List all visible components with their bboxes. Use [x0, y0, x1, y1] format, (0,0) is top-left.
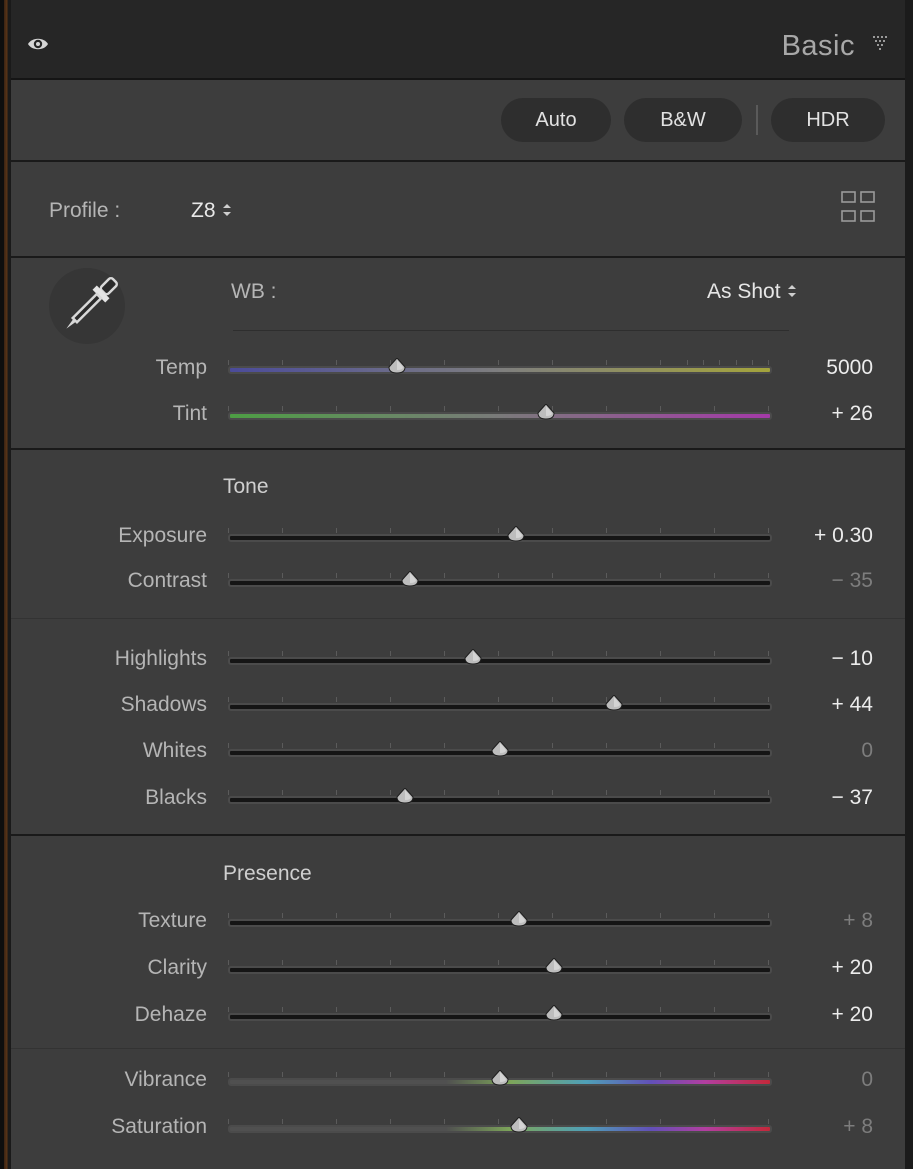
- saturation-slider-thumb[interactable]: [510, 1116, 528, 1133]
- profile-select[interactable]: Z8: [191, 199, 232, 223]
- wb-divider: [233, 330, 789, 331]
- contrast-slider[interactable]: [228, 579, 772, 587]
- texture-slider-thumb[interactable]: [510, 910, 528, 927]
- highlights-label: Highlights: [114, 647, 207, 670]
- vibrance-label: Vibrance: [124, 1068, 207, 1091]
- tint-slider-thumb[interactable]: [537, 403, 555, 420]
- profile-value: Z8: [191, 199, 216, 222]
- temp-slider[interactable]: [228, 366, 772, 374]
- hdr-button[interactable]: HDR: [771, 98, 885, 142]
- up-down-arrows-icon: [222, 199, 232, 223]
- tone-section: [11, 450, 905, 836]
- blacks-label: Blacks: [145, 786, 207, 809]
- wb-label: WB :: [231, 280, 277, 303]
- eyedropper-icon[interactable]: [47, 266, 131, 346]
- whites-label: Whites: [142, 739, 207, 762]
- auto-button[interactable]: Auto: [501, 98, 611, 142]
- exposure-slider[interactable]: [228, 534, 772, 542]
- panel-title: Basic: [781, 30, 855, 62]
- contrast-value[interactable]: − 35: [753, 569, 873, 593]
- vibrance-slider-thumb[interactable]: [491, 1069, 509, 1086]
- shadows-slider[interactable]: [228, 703, 772, 711]
- saturation-value[interactable]: + 8: [753, 1115, 873, 1139]
- right-edge: [905, 0, 913, 1169]
- presence-divider: [11, 1048, 905, 1049]
- bw-button[interactable]: B&W: [624, 98, 742, 142]
- exposure-slider-thumb[interactable]: [507, 525, 525, 542]
- whites-slider-thumb[interactable]: [491, 740, 509, 757]
- highlights-slider-thumb[interactable]: [464, 648, 482, 665]
- dehaze-slider-thumb[interactable]: [545, 1004, 563, 1021]
- basic-panel: Basic Auto B&W HDR Profile : Z8 WB: As …: [11, 0, 905, 1169]
- clarity-label: Clarity: [147, 956, 207, 979]
- profile-label: Profile :: [49, 199, 121, 222]
- highlights-value[interactable]: − 10: [753, 647, 873, 671]
- tint-value[interactable]: + 26: [753, 402, 873, 426]
- texture-slider[interactable]: [228, 919, 772, 927]
- tone-header: Tone: [223, 475, 269, 498]
- clarity-slider-thumb[interactable]: [545, 957, 563, 974]
- blacks-slider-thumb[interactable]: [396, 787, 414, 804]
- saturation-label: Saturation: [111, 1115, 207, 1138]
- profile-grid-icon[interactable]: [841, 190, 875, 229]
- whites-value[interactable]: 0: [753, 739, 873, 763]
- wb-select[interactable]: As Shot: [707, 280, 797, 304]
- temp-label: Temp: [155, 356, 207, 379]
- wb-value: As Shot: [707, 280, 781, 303]
- vibrance-value[interactable]: 0: [753, 1068, 873, 1092]
- highlights-slider[interactable]: [228, 657, 772, 665]
- contrast-slider-thumb[interactable]: [401, 570, 419, 587]
- saturation-slider[interactable]: [228, 1125, 772, 1133]
- texture-label: Texture: [138, 909, 207, 932]
- texture-value[interactable]: + 8: [753, 909, 873, 933]
- dehaze-slider[interactable]: [228, 1013, 772, 1021]
- shadows-value[interactable]: + 44: [753, 693, 873, 717]
- exposure-value[interactable]: + 0.30: [753, 524, 873, 548]
- eye-icon[interactable]: [27, 36, 49, 57]
- panel-header[interactable]: Basic: [11, 0, 905, 80]
- button-separator: [756, 105, 758, 135]
- temp-value[interactable]: 5000: [753, 356, 873, 380]
- clarity-slider[interactable]: [228, 966, 772, 974]
- contrast-label: Contrast: [127, 569, 207, 592]
- panel-collapse-icon[interactable]: [873, 36, 889, 55]
- dehaze-label: Dehaze: [134, 1003, 207, 1026]
- dehaze-value[interactable]: + 20: [753, 1003, 873, 1027]
- blacks-slider[interactable]: [228, 796, 772, 804]
- shadows-label: Shadows: [120, 693, 207, 716]
- profile-section: [11, 162, 905, 258]
- blacks-value[interactable]: − 37: [753, 786, 873, 810]
- temp-slider-thumb[interactable]: [388, 357, 406, 374]
- tone-divider: [11, 618, 905, 619]
- up-down-arrows-icon: [787, 280, 797, 304]
- tint-slider[interactable]: [228, 412, 772, 420]
- tint-label: Tint: [172, 402, 207, 425]
- left-edge: [0, 0, 11, 1169]
- shadows-slider-thumb[interactable]: [605, 694, 623, 711]
- exposure-label: Exposure: [118, 524, 207, 547]
- presence-header: Presence: [223, 862, 312, 885]
- clarity-value[interactable]: + 20: [753, 956, 873, 980]
